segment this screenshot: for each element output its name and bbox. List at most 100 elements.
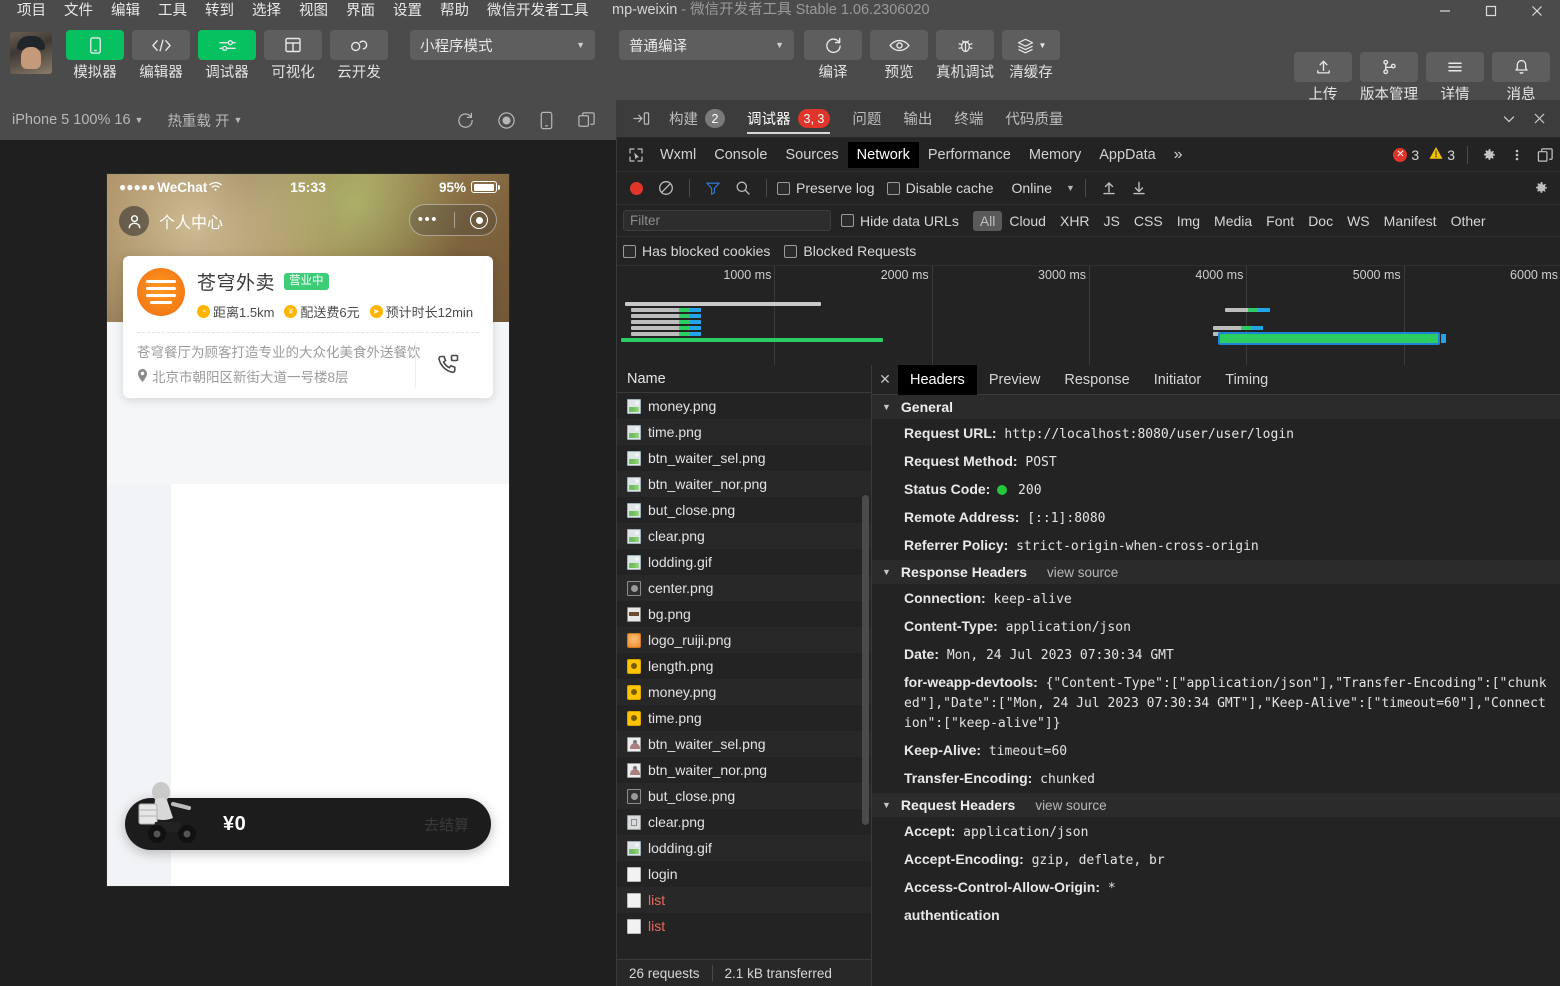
outer-tab-0[interactable]: 构建 2	[658, 100, 736, 138]
target-icon[interactable]	[470, 211, 489, 229]
eye-icon[interactable]	[870, 30, 928, 60]
wechat-capsule[interactable]: •••	[409, 204, 497, 236]
table-row[interactable]: money.png	[617, 393, 871, 419]
throttling-select[interactable]: Online ▼	[1006, 180, 1075, 196]
filter-type-xhr[interactable]: XHR	[1053, 211, 1097, 231]
menu-item-7[interactable]: 界面	[337, 4, 384, 19]
table-row[interactable]: center.png	[617, 575, 871, 601]
branch-icon[interactable]	[1360, 52, 1418, 82]
blocked-requests-checkbox[interactable]: Blocked Requests	[784, 243, 916, 259]
filter-type-js[interactable]: JS	[1097, 211, 1127, 231]
toolbar-button-真机调试[interactable]: 真机调试	[936, 30, 994, 81]
has-blocked-cookies-checkbox[interactable]: Has blocked cookies	[623, 243, 770, 259]
filter-type-manifest[interactable]: Manifest	[1377, 211, 1444, 231]
filter-type-img[interactable]: Img	[1170, 211, 1207, 231]
table-row[interactable]: clear.png	[617, 809, 871, 835]
phone-call-icon[interactable]	[415, 342, 479, 388]
toolbar-button-预览[interactable]: 预览	[870, 30, 928, 81]
upload-arrow-icon[interactable]	[1096, 175, 1122, 201]
clear-icon[interactable]	[653, 175, 679, 201]
menu-item-2[interactable]: 编辑	[102, 4, 149, 19]
menu-item-8[interactable]: 设置	[384, 4, 431, 19]
menu-item-4[interactable]: 转到	[196, 4, 243, 19]
windows-icon[interactable]	[577, 111, 596, 130]
panel-tab-memory[interactable]: Memory	[1020, 142, 1090, 168]
table-row[interactable]: lodding.gif	[617, 835, 871, 861]
detail-tab-response[interactable]: Response	[1052, 365, 1141, 395]
filter-type-all[interactable]: All	[972, 210, 1003, 231]
upload-icon[interactable]	[1294, 52, 1352, 82]
error-counter[interactable]: ✕ 3	[1389, 147, 1423, 163]
device-icon[interactable]	[538, 111, 555, 130]
avatar[interactable]	[10, 32, 52, 74]
table-row[interactable]: btn_waiter_nor.png	[617, 757, 871, 783]
menu-item-6[interactable]: 视图	[290, 4, 337, 19]
close-button[interactable]	[1514, 0, 1560, 22]
section-header-1[interactable]: ▼ Response Headers view source	[872, 560, 1560, 585]
warning-counter[interactable]: 3	[1425, 146, 1459, 163]
menu-item-9[interactable]: 帮助	[431, 4, 478, 19]
toolbar-button-模拟器[interactable]: 模拟器	[66, 30, 124, 81]
panel-tab-appdata[interactable]: AppData	[1090, 142, 1164, 168]
outer-tab-2[interactable]: 问题	[841, 100, 892, 138]
filter-type-other[interactable]: Other	[1444, 211, 1493, 231]
panel-tab-performance[interactable]: Performance	[919, 142, 1020, 168]
table-row[interactable]: money.png	[617, 679, 871, 705]
table-row[interactable]: time.png	[617, 705, 871, 731]
hide-data-urls-checkbox[interactable]: Hide data URLs	[841, 213, 959, 229]
table-row[interactable]: btn_waiter_sel.png	[617, 731, 871, 757]
network-settings-gear-icon[interactable]	[1528, 175, 1554, 201]
menu-item-1[interactable]: 文件	[55, 4, 102, 19]
capsule-menu-icon[interactable]: •••	[418, 212, 438, 227]
section-header-2[interactable]: ▼ Request Headers view source	[872, 793, 1560, 818]
toolbar-button-编译[interactable]: 编译	[804, 30, 862, 81]
chevron-down-icon[interactable]: ▼	[882, 800, 891, 810]
preserve-log-checkbox[interactable]: Preserve log	[777, 180, 875, 196]
request-list-header[interactable]: Name	[617, 365, 871, 393]
hotreload-select[interactable]: 热重载 开 ▼	[155, 110, 254, 131]
download-arrow-icon[interactable]	[1126, 175, 1152, 201]
outer-tab-5[interactable]: 代码质量	[994, 100, 1074, 138]
table-row[interactable]: list	[617, 913, 871, 939]
detail-tab-timing[interactable]: Timing	[1213, 365, 1280, 395]
panel-tab-console[interactable]: Console	[705, 142, 776, 168]
outer-tab-4[interactable]: 终端	[943, 100, 994, 138]
menu-item-0[interactable]: 项目	[8, 4, 55, 19]
table-row[interactable]: lodding.gif	[617, 549, 871, 575]
view-source-link[interactable]: view source	[1035, 798, 1106, 813]
toolbar-button-云开发[interactable]: 云开发	[330, 30, 388, 81]
bug-icon[interactable]	[936, 30, 994, 60]
filter-type-css[interactable]: CSS	[1127, 211, 1170, 231]
table-row[interactable]: but_close.png	[617, 783, 871, 809]
dock-icon[interactable]	[1532, 142, 1558, 168]
checkout-button[interactable]: 去结算	[424, 814, 469, 835]
detail-tab-initiator[interactable]: Initiator	[1142, 365, 1214, 395]
toolbar-button-消息[interactable]: 消息	[1492, 52, 1550, 103]
filter-input[interactable]: Filter	[623, 210, 831, 231]
filter-type-font[interactable]: Font	[1259, 211, 1301, 231]
section-header-0[interactable]: ▼ General	[872, 395, 1560, 420]
table-row[interactable]: clear.png	[617, 523, 871, 549]
phone-preview[interactable]: ●●●●● WeChat 15:33 95% 个人中心 ••• 苍穹外卖 营业中…	[107, 174, 509, 886]
maximize-button[interactable]	[1468, 0, 1514, 22]
menu-icon[interactable]	[1426, 52, 1484, 82]
mode-select-control[interactable]: 小程序模式 ▼	[410, 30, 595, 60]
search-icon[interactable]	[730, 175, 756, 201]
collapse-panel-icon[interactable]	[625, 110, 658, 127]
layers-icon[interactable]: ▼	[1002, 30, 1060, 60]
device-select[interactable]: iPhone 5 100% 16 ▼	[0, 112, 155, 128]
refresh-icon[interactable]	[804, 30, 862, 60]
toolbar-button-清缓存[interactable]: ▼ 清缓存	[1002, 30, 1060, 81]
compile-select-control[interactable]: 普通编译 ▼	[619, 30, 794, 60]
cloud-icon[interactable]	[330, 30, 388, 60]
shop-card[interactable]: 苍穹外卖 营业中 ◔ 距离1.5km ¥ 配送费6元 ➤ 预计时长12min 苍穹餐厅为顾…	[123, 256, 493, 398]
table-row[interactable]: btn_waiter_nor.png	[617, 471, 871, 497]
toolbar-button-可视化[interactable]: 可视化	[264, 30, 322, 81]
phone-icon[interactable]	[66, 30, 124, 60]
toolbar-button-详情[interactable]: 详情	[1426, 52, 1484, 103]
menu-item-3[interactable]: 工具	[149, 4, 196, 19]
cart-bar[interactable]: ¥0 去结算	[125, 782, 491, 850]
toolbar-button-编辑器[interactable]: 编辑器	[132, 30, 190, 81]
close-icon[interactable]	[1526, 106, 1552, 132]
record-icon[interactable]	[497, 111, 516, 130]
